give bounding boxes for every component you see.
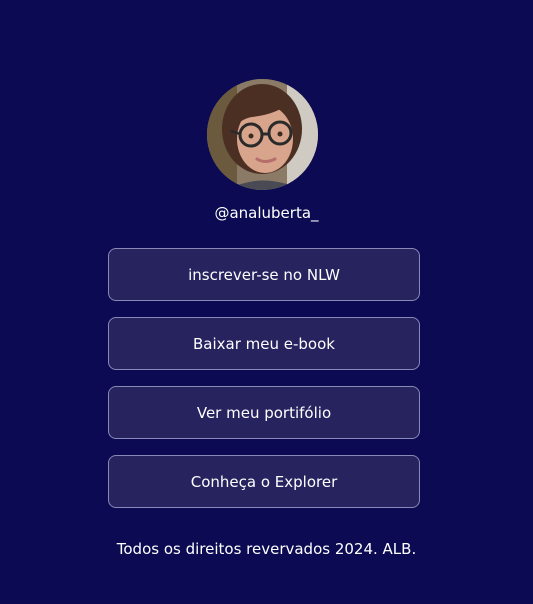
link-button-explorer[interactable]: Conheça o Explorer <box>108 455 420 508</box>
link-button-ebook[interactable]: Baixar meu e-book <box>108 317 420 370</box>
link-button-portfolio[interactable]: Ver meu portifólio <box>108 386 420 439</box>
footer-text: Todos os direitos revervados 2024. ALB. <box>116 540 417 558</box>
avatar <box>207 79 318 190</box>
link-list: inscrever-se no NLW Baixar meu e-book Ve… <box>108 248 420 524</box>
avatar-photo <box>207 79 318 190</box>
profile-page: @analuberta_ inscrever-se no NLW Baixar … <box>0 0 533 604</box>
link-button-nlw[interactable]: inscrever-se no NLW <box>108 248 420 301</box>
username: @analuberta_ <box>214 204 319 222</box>
